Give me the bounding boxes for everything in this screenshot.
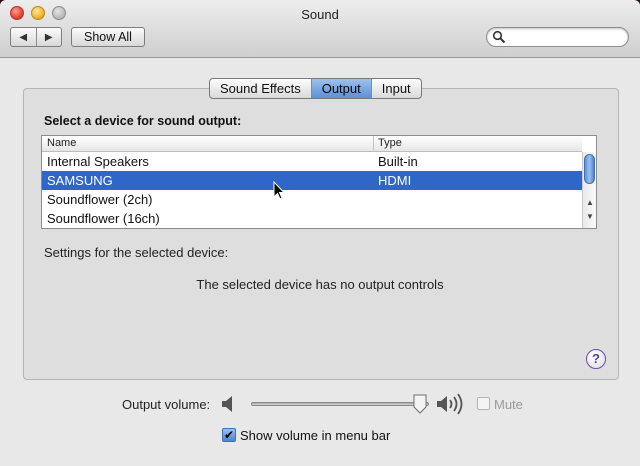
settings-label: Settings for the selected device: bbox=[44, 245, 229, 260]
search-field[interactable] bbox=[486, 27, 629, 47]
output-volume-slider[interactable] bbox=[251, 402, 429, 406]
no-controls-message: The selected device has no output contro… bbox=[196, 277, 444, 292]
scroll-up-arrow-icon[interactable]: ▲ bbox=[586, 198, 594, 207]
title-bar: Sound ◀ ▶ Show All bbox=[0, 0, 640, 58]
speaker-high-icon bbox=[437, 393, 463, 415]
output-device-table: Name Type Internal Speakers Built-in SAM… bbox=[41, 135, 597, 229]
show-volume-menu-bar-row: ✔ Show volume in menu bar bbox=[0, 426, 640, 446]
device-name: Soundflower (2ch) bbox=[47, 192, 153, 207]
output-volume-row: Output volume: Mute bbox=[0, 392, 640, 416]
column-header-type[interactable]: Type bbox=[378, 137, 402, 149]
column-header-name[interactable]: Name bbox=[47, 137, 76, 149]
speaker-low-icon bbox=[222, 396, 232, 412]
window-title: Sound bbox=[301, 7, 339, 22]
column-divider bbox=[373, 136, 374, 152]
forward-button[interactable]: ▶ bbox=[37, 28, 62, 46]
tab-bar: Sound Effects Output Input bbox=[209, 78, 422, 99]
volume-slider-knob[interactable] bbox=[412, 394, 428, 414]
device-row-samsung[interactable]: SAMSUNG HDMI bbox=[42, 171, 582, 190]
device-type: Built-in bbox=[378, 154, 418, 169]
tab-sound-effects[interactable]: Sound Effects bbox=[210, 79, 312, 98]
show-all-button[interactable]: Show All bbox=[71, 27, 145, 47]
back-forward-control: ◀ ▶ bbox=[10, 27, 62, 47]
output-panel bbox=[23, 88, 619, 380]
search-icon bbox=[492, 30, 506, 44]
back-button[interactable]: ◀ bbox=[11, 28, 37, 46]
mouse-pointer-icon bbox=[273, 181, 286, 200]
device-name: Soundflower (16ch) bbox=[47, 211, 160, 226]
show-volume-label: Show volume in menu bar bbox=[240, 428, 391, 443]
tab-output[interactable]: Output bbox=[311, 79, 372, 98]
help-button[interactable]: ? bbox=[586, 349, 606, 369]
tab-input[interactable]: Input bbox=[372, 79, 421, 98]
device-row-internal-speakers[interactable]: Internal Speakers Built-in bbox=[42, 152, 582, 171]
select-device-label: Select a device for sound output: bbox=[44, 114, 242, 128]
scroll-down-arrow-icon[interactable]: ▼ bbox=[586, 212, 594, 221]
device-row-soundflower-2ch[interactable]: Soundflower (2ch) bbox=[42, 190, 582, 209]
device-name: SAMSUNG bbox=[47, 173, 113, 188]
show-volume-checkbox[interactable]: ✔ bbox=[222, 428, 236, 442]
device-list-scrollbar[interactable]: ▲ ▼ bbox=[582, 152, 596, 228]
scrollbar-thumb[interactable] bbox=[584, 154, 595, 184]
device-row-soundflower-16ch[interactable]: Soundflower (16ch) bbox=[42, 209, 582, 228]
device-name: Internal Speakers bbox=[47, 154, 149, 169]
mute-checkbox[interactable] bbox=[477, 397, 490, 410]
mute-label: Mute bbox=[494, 397, 523, 412]
table-header: Name Type bbox=[42, 136, 582, 152]
sound-preferences-window: Sound ◀ ▶ Show All Sound Effects Output … bbox=[0, 0, 640, 466]
device-type: HDMI bbox=[378, 173, 412, 188]
output-volume-label: Output volume: bbox=[122, 397, 211, 412]
